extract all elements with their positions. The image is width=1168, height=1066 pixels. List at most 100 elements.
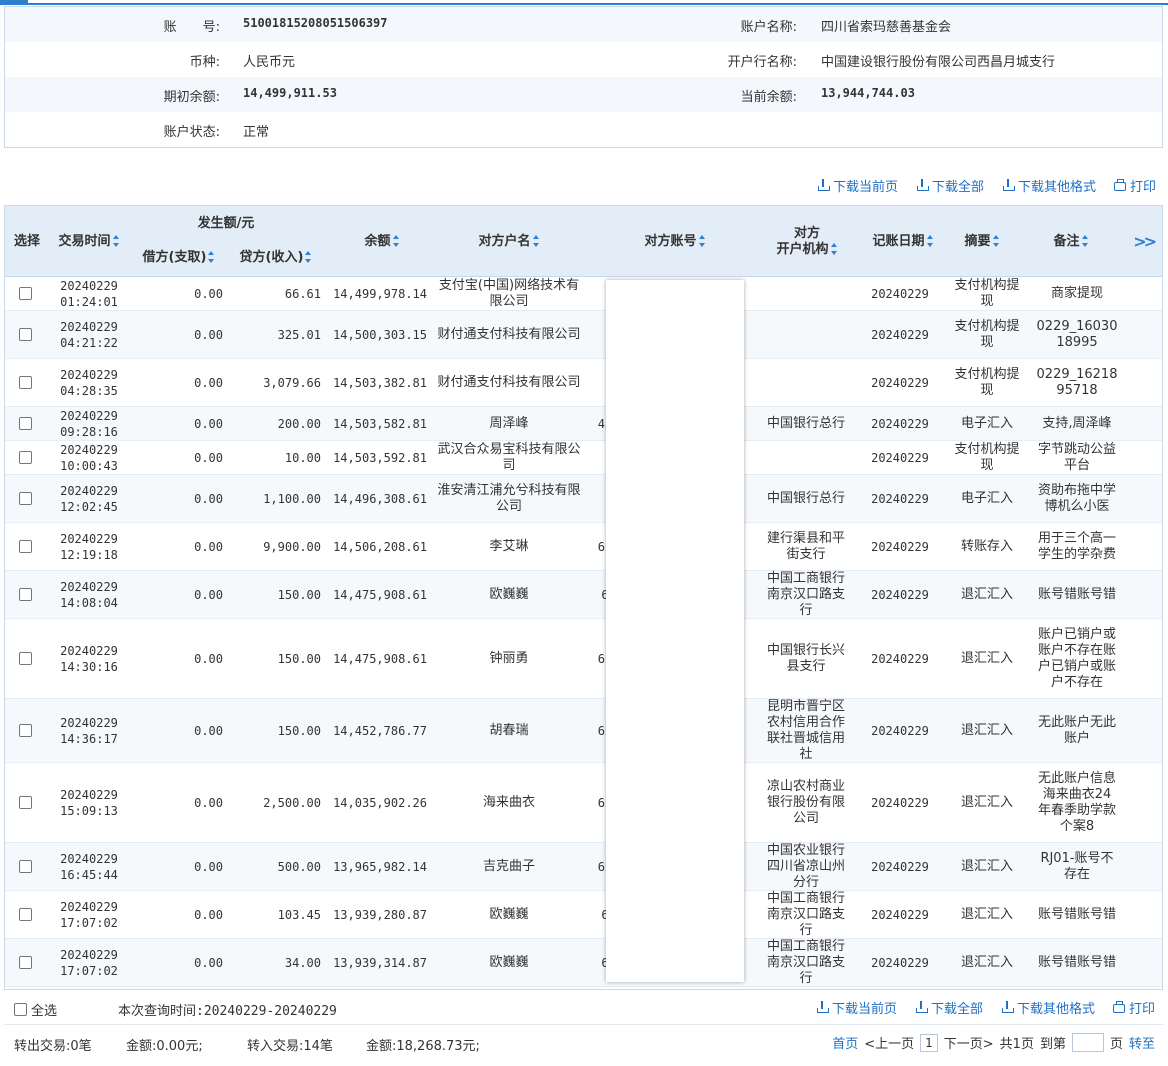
- row-checkbox[interactable]: [18, 376, 32, 389]
- footer-actions: 全选 本次查询时间:20240229-20240229 下载当前页 下载全部 下…: [4, 990, 1163, 1024]
- cell-name: 李艾琳: [489, 538, 529, 554]
- row-checkbox[interactable]: [18, 652, 32, 665]
- prev-page-link[interactable]: <上一页: [864, 1033, 914, 1052]
- cell-balance: 14,035,902.26: [333, 795, 427, 810]
- cell-name: 胡春瑞: [489, 722, 529, 738]
- info-row-balance: 期初余额: 14,499,911.53 当前余额: 13,944,744.03: [5, 77, 1162, 112]
- first-page-link[interactable]: 首页: [832, 1033, 858, 1052]
- cell-debit: 0.00: [194, 375, 223, 390]
- row-checkbox[interactable]: [18, 956, 32, 969]
- table-row[interactable]: 20240229 17:07:02 0.00 34.00 13,939,314.87 欧巍…: [5, 939, 1162, 987]
- download-page-link[interactable]: 下载当前页: [817, 176, 898, 195]
- footer-summary: 转出交易:0笔 金额:0.00元; 转入交易:14笔 金额:18,268.73元…: [4, 1024, 1163, 1060]
- sort-icon[interactable]: [392, 235, 400, 247]
- row-checkbox[interactable]: [18, 328, 32, 341]
- table-row[interactable]: 20240229 16:45:44 0.00 500.00 13,965,982.14 吉…: [5, 843, 1162, 891]
- row-checkbox[interactable]: [18, 724, 32, 737]
- active-tab-edge[interactable]: [0, 0, 28, 5]
- sort-icon[interactable]: [112, 235, 120, 247]
- cell-debit: 0.00: [194, 416, 223, 431]
- cell-select: [13, 891, 37, 938]
- row-checkbox[interactable]: [18, 540, 32, 553]
- row-checkbox[interactable]: [18, 588, 32, 601]
- sort-icon[interactable]: [698, 235, 706, 247]
- download-other-link[interactable]: 下载其他格式: [1002, 176, 1096, 195]
- cell-note: 资助布拖中学博机么小医: [1037, 482, 1116, 514]
- table-row[interactable]: 20240229 04:28:35 0.00 3,079.66 14,503,382.8…: [5, 359, 1162, 407]
- table-row[interactable]: 20240229 12:19:18 0.00 9,900.00 14,506,208.6…: [5, 523, 1162, 571]
- col-debit[interactable]: 借方(支取): [131, 250, 227, 266]
- select-all[interactable]: 全选: [14, 1000, 57, 1019]
- sort-icon[interactable]: [926, 235, 934, 247]
- sort-icon[interactable]: [208, 251, 215, 263]
- row-checkbox[interactable]: [18, 908, 32, 921]
- table-row[interactable]: 20240229 09:28:16 0.00 200.00 14,503,582.81 周…: [5, 407, 1162, 441]
- row-checkbox[interactable]: [18, 860, 32, 873]
- col-counter-account[interactable]: 对方账号: [605, 234, 745, 250]
- row-checkbox[interactable]: [18, 492, 32, 505]
- row-checkbox[interactable]: [18, 287, 32, 300]
- table-row[interactable]: 20240229 04:21:22 0.00 325.01 14,500,303.15 财…: [5, 311, 1162, 359]
- row-checkbox[interactable]: [18, 451, 32, 464]
- cell-credit: 103.45: [277, 907, 321, 922]
- cell-time: 20240229 01:24:01: [60, 278, 118, 309]
- table-row[interactable]: 20240229 17:07:02 0.00 103.45 13,939,280.87 欧…: [5, 891, 1162, 939]
- cell-post: 20240229: [871, 587, 929, 602]
- col-summary[interactable]: 摘要: [951, 234, 1013, 250]
- goto-label: 到第: [1039, 1037, 1066, 1052]
- print-link[interactable]: 打印: [1112, 998, 1155, 1017]
- cell-credit: 150.00: [277, 587, 321, 602]
- printer-icon: [1113, 178, 1126, 191]
- cell-post: 20240229: [871, 416, 929, 431]
- col-balance[interactable]: 余额: [327, 234, 437, 250]
- cell-time: 20240229 12:02:45: [60, 483, 118, 514]
- cell-debit: 0.00: [194, 286, 223, 301]
- sort-icon[interactable]: [305, 251, 312, 263]
- download-other-link[interactable]: 下载其他格式: [1001, 998, 1095, 1017]
- cell-select: [13, 407, 37, 440]
- account-number-label: 账 号:: [163, 20, 220, 35]
- bottom-toolbar: 下载当前页 下载全部 下载其他格式 打印: [816, 998, 1155, 1017]
- goto-button[interactable]: 转至: [1129, 1033, 1155, 1052]
- sort-icon[interactable]: [532, 235, 540, 247]
- col-post-date[interactable]: 记账日期: [861, 234, 945, 250]
- cell-balance: 14,475,908.61: [333, 587, 427, 602]
- next-page-link[interactable]: 下一页>: [944, 1033, 994, 1052]
- row-checkbox[interactable]: [18, 796, 32, 809]
- col-note[interactable]: 备注: [1035, 234, 1107, 250]
- cell-time: 20240229 04:28:35: [60, 367, 118, 398]
- cell-balance: 13,939,280.87: [333, 907, 427, 922]
- table-row[interactable]: 20240229 14:36:17 0.00 150.00 14,452,786.77 胡…: [5, 699, 1162, 763]
- currency-label: 币种:: [189, 55, 220, 70]
- print-link[interactable]: 打印: [1113, 176, 1156, 195]
- cell-debit: 0.00: [194, 907, 223, 922]
- cell-note: 账号错账号错: [1037, 586, 1116, 602]
- table-row[interactable]: 20240229 01:24:01 0.00 66.61 14,499,978.14 支付…: [5, 277, 1162, 311]
- cell-debit: 0.00: [194, 859, 223, 874]
- page-number[interactable]: 1: [920, 1033, 938, 1052]
- download-page-label: 下载当前页: [831, 1001, 897, 1017]
- table-row[interactable]: 20240229 15:09:13 0.00 2,500.00 14,035,902.2…: [5, 763, 1162, 843]
- download-all-link[interactable]: 下载全部: [916, 176, 984, 195]
- col-time[interactable]: 交易时间: [49, 234, 129, 250]
- cell-balance: 14,500,303.15: [333, 327, 427, 342]
- col-counter-bank[interactable]: 对方 开户机构: [757, 226, 857, 258]
- download-icon: [1001, 1001, 1014, 1013]
- sort-icon[interactable]: [1081, 235, 1089, 247]
- download-page-link[interactable]: 下载当前页: [816, 998, 897, 1017]
- col-counterparty[interactable]: 对方户名: [437, 234, 581, 250]
- table-row[interactable]: 20240229 10:00:43 0.00 10.00 14,503,592.81 武汉…: [5, 441, 1162, 475]
- download-all-link[interactable]: 下载全部: [915, 998, 983, 1017]
- expand-columns-button[interactable]: >>: [1133, 232, 1157, 251]
- cell-select: [13, 359, 37, 406]
- cell-post: 20240229: [871, 859, 929, 874]
- table-row[interactable]: 20240229 14:08:04 0.00 150.00 14,475,908.61 欧…: [5, 571, 1162, 619]
- sort-icon[interactable]: [830, 243, 838, 255]
- select-all-checkbox[interactable]: [14, 1003, 27, 1016]
- table-row[interactable]: 20240229 14:30:16 0.00 150.00 14,475,908.61 钟…: [5, 619, 1162, 699]
- goto-page-input[interactable]: [1071, 1033, 1104, 1052]
- table-row[interactable]: 20240229 12:02:45 0.00 1,100.00 14,496,308.6…: [5, 475, 1162, 523]
- sort-icon[interactable]: [992, 235, 1000, 247]
- col-credit[interactable]: 贷方(收入): [229, 250, 323, 266]
- row-checkbox[interactable]: [18, 417, 32, 430]
